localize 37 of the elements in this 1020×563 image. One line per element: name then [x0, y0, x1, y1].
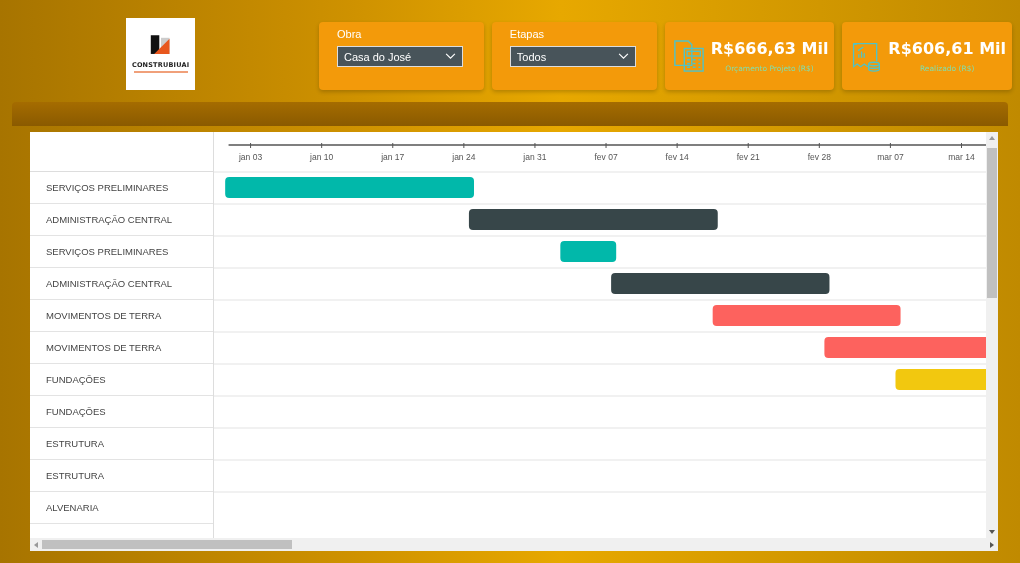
axis-label: jan 03 [239, 152, 263, 162]
horizontal-scrollbar[interactable] [30, 538, 998, 551]
dropdown[interactable]: Casa do José [336, 46, 463, 67]
task-label: ADMINISTRAÇÃO CENTRAL [46, 214, 173, 225]
task-label: SERVIÇOS PRELIMINARES [46, 246, 169, 257]
axis-label: jan 31 [523, 152, 547, 162]
axis-label: fev 14 [665, 152, 689, 162]
scroll-down-icon [989, 530, 995, 534]
axis-label: mar 14 [948, 152, 975, 162]
task-label: ALVENARIA [46, 502, 99, 513]
axis-label: fev 28 [807, 152, 831, 162]
scroll-left-icon [34, 541, 38, 548]
dropdown[interactable]: Todos [509, 46, 636, 67]
task-label: ESTRUTURA [46, 438, 105, 449]
task-label: FUNDAÇÕES [46, 406, 106, 417]
task-label: MOVIMENTOS DE TERRA [46, 310, 162, 321]
scroll-up-icon [989, 136, 995, 140]
axis-label: mar 07 [877, 152, 904, 162]
axis-label: jan 10 [310, 152, 334, 162]
task-label: ESTRUTURA [46, 470, 105, 481]
chevron-down-icon [444, 53, 456, 60]
axis-label: fev 07 [594, 152, 618, 162]
chevron-down-icon [617, 53, 629, 60]
kpi-value: R$606,61 Mil [888, 39, 1006, 58]
kpi-value: R$666,63 Mil [710, 39, 829, 58]
scroll-right-icon [990, 541, 994, 548]
filter-label: Etapas [509, 28, 546, 40]
filter-label: Obra [336, 28, 363, 40]
task-label: FUNDAÇÕES [46, 374, 106, 385]
vertical-scrollbar[interactable] [986, 132, 998, 538]
task-label: SERVIÇOS PRELIMINARES [46, 182, 169, 193]
axis-label: fev 21 [736, 152, 760, 162]
axis-label: jan 24 [452, 152, 476, 162]
task-label: ADMINISTRAÇÃO CENTRAL [46, 278, 173, 289]
task-label: MOVIMENTOS DE TERRA [46, 342, 162, 353]
calculator-icon [672, 39, 705, 73]
axis-label: jan 17 [381, 152, 405, 162]
